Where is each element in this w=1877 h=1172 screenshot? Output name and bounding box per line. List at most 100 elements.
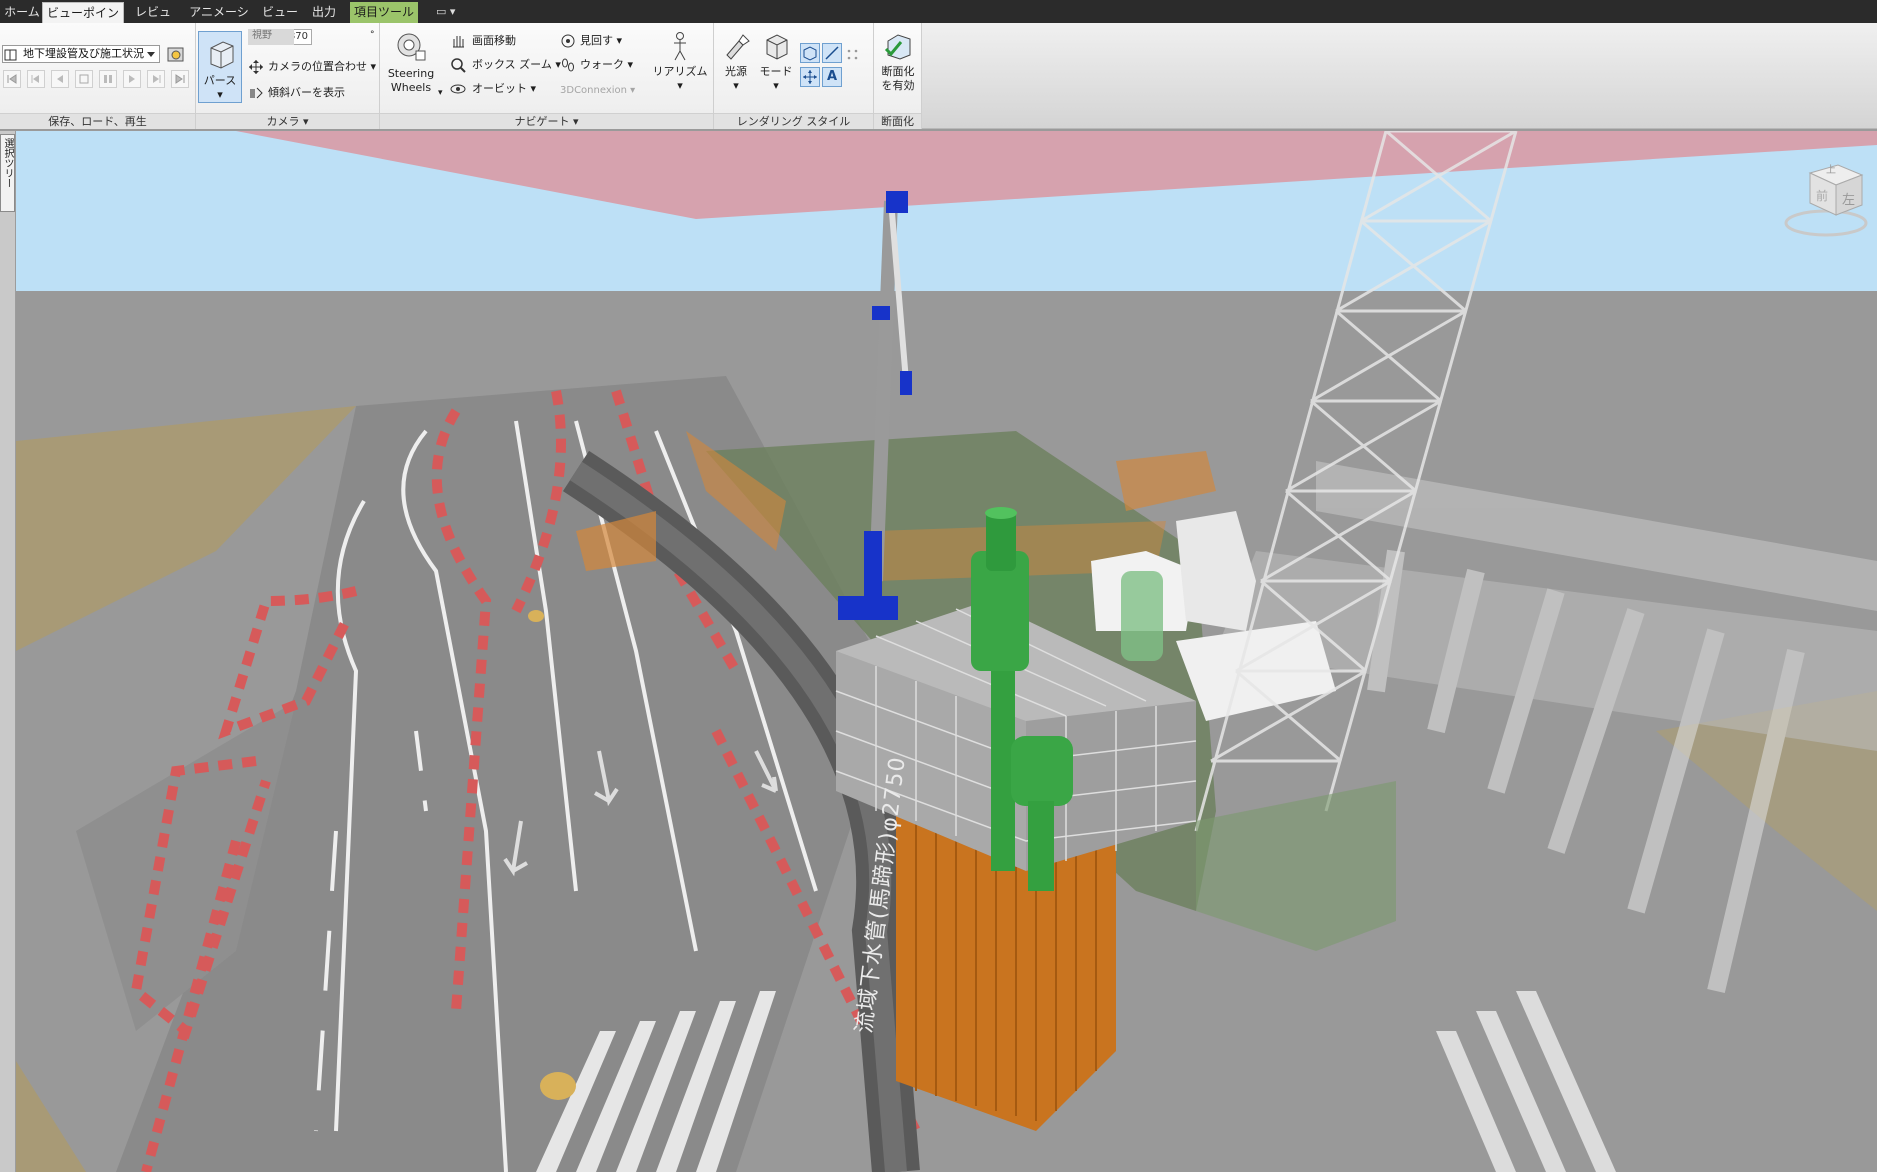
- viewcube-front-label[interactable]: 前: [1816, 187, 1828, 204]
- play-reverse-icon[interactable]: [51, 70, 69, 88]
- viewpoint-icon: [4, 49, 17, 61]
- saved-viewpoint-value: 地下埋設管及び施工状況: [23, 47, 144, 60]
- look-around-icon: [561, 34, 575, 48]
- green-cylinder: [1121, 571, 1163, 661]
- crane-base: [838, 596, 898, 620]
- look-around-button[interactable]: 見回す ▾: [580, 33, 622, 49]
- 3dconnexion-label: 3DConnexion: [560, 85, 627, 96]
- saved-viewpoint-dropdown[interactable]: 地下埋設管及び施工状況: [2, 45, 160, 63]
- quick-access-dropdown-icon[interactable]: ▭ ▾: [436, 5, 466, 19]
- crane-hook: [900, 371, 912, 395]
- play-icon[interactable]: [123, 70, 141, 88]
- chevron-down-icon: ▾: [217, 88, 223, 101]
- align-camera-button[interactable]: カメラの位置合わせ ▾: [268, 59, 376, 75]
- box-zoom-label: ボックス ズーム: [472, 58, 552, 71]
- panel-title-sectioning: 断面化: [874, 113, 921, 129]
- perspective-cube-icon: [210, 41, 234, 69]
- show-tilt-bar-button[interactable]: 傾斜バーを表示: [268, 85, 345, 101]
- realism-label: リアリズム: [652, 65, 708, 78]
- crane-tip: [886, 191, 908, 213]
- next-key-icon[interactable]: [147, 70, 165, 88]
- pan-hand-icon: [453, 36, 464, 48]
- snap-points-toggle-icon[interactable]: [800, 67, 820, 87]
- save-viewpoint-icon[interactable]: [166, 45, 186, 65]
- crane-joint-1: [872, 306, 890, 320]
- 3dconnexion-button[interactable]: 3DConnexion ▾: [560, 83, 635, 99]
- panel-title-camera: カメラ ▾: [196, 113, 379, 129]
- ribbon-tab-bar: ホーム ビューポイント レビュー アニメーション ビュー 出力 項目ツール ▭ …: [0, 0, 1877, 41]
- viewcube-top-label[interactable]: 上: [1826, 161, 1836, 176]
- green-tank-lower: [1011, 736, 1073, 806]
- left-dock-strip: [0, 131, 16, 1172]
- panel-title-navigate: ナビゲート ▾: [380, 113, 713, 129]
- enable-sectioning-button[interactable]: 断面化 を有効: [876, 31, 920, 103]
- steering-wheels-button[interactable]: Steering Wheels: [384, 31, 438, 103]
- last-frame-icon[interactable]: [171, 70, 189, 88]
- tab-output[interactable]: 出力: [306, 2, 342, 23]
- viewcube-left-label[interactable]: 左: [1842, 189, 1855, 208]
- zoom-icon: [451, 58, 466, 73]
- chevron-down-icon[interactable]: ▾: [438, 85, 443, 101]
- stop-icon[interactable]: [75, 70, 93, 88]
- tab-home[interactable]: ホーム: [4, 2, 40, 23]
- steering-label-1: Steering: [387, 67, 435, 80]
- section-plane-icon: [884, 34, 911, 60]
- fov-unit: °: [370, 30, 375, 40]
- walk-footprint-icon: [562, 58, 574, 72]
- crane-mast: [864, 531, 882, 601]
- person-figure-icon: [674, 32, 686, 61]
- selection-tree-tab[interactable]: 選択ツリー: [0, 134, 15, 212]
- panel-title-render: レンダリング スタイル: [714, 113, 873, 129]
- tab-view[interactable]: ビュー: [262, 2, 298, 23]
- panel-title-save: 保存、ロード、再生: [0, 113, 195, 129]
- panel-navigate: Steering Wheels ▾ 画面移動 ボックス ズーム ▾ オービット …: [380, 23, 714, 129]
- tab-viewpoint[interactable]: ビューポイント: [42, 2, 124, 41]
- walk-label: ウォーク: [580, 58, 624, 71]
- panel-sectioning: 断面化 を有効 断面化: [874, 23, 922, 129]
- flashlight-icon: [726, 34, 750, 60]
- perspective-label: パース: [203, 74, 237, 87]
- orbit-label: オービット: [472, 82, 527, 95]
- panel-render-style: 光源 ▾ モード ▾ A レンダリング スタイル: [714, 23, 874, 129]
- tab-animation[interactable]: アニメーション: [184, 2, 254, 40]
- text-toggle-icon[interactable]: A: [822, 67, 842, 87]
- align-camera-label: カメラの位置合わせ: [268, 60, 367, 73]
- yellow-marker-2: [528, 610, 544, 622]
- first-frame-icon[interactable]: [3, 70, 21, 88]
- panel-save-load-playback: 地下埋設管及び施工状況 保存、ロード、再生: [0, 23, 196, 129]
- selection-tree-tab-label: 選択ツリー: [2, 138, 13, 188]
- light-button[interactable]: 光源 ▾: [716, 31, 756, 103]
- align-camera-icon: [249, 60, 263, 74]
- ribbon: 地下埋設管及び施工状況 保存、ロード、再生 パース ▾ 視野 ° カメラの位置合…: [0, 23, 922, 129]
- enable-sectioning-label-1: 断面化: [881, 65, 915, 78]
- mode-button[interactable]: モード ▾: [756, 31, 796, 103]
- box-zoom-button[interactable]: ボックス ズーム ▾: [472, 57, 561, 73]
- green-tank-cap: [985, 507, 1017, 519]
- prev-key-icon[interactable]: [27, 70, 45, 88]
- panel-camera: パース ▾ 113.870 視野 ° カメラの位置合わせ ▾ 傾斜バーを表示 カ…: [196, 23, 380, 129]
- fov-slider-label[interactable]: 視野: [248, 29, 294, 45]
- enable-sectioning-label-2: を有効: [881, 79, 915, 92]
- tab-review[interactable]: レビュー: [130, 2, 176, 40]
- orbit-icon: [450, 84, 466, 94]
- pan-button[interactable]: 画面移動: [472, 33, 516, 49]
- chevron-down-icon: [147, 52, 155, 57]
- green-column-lower: [1028, 801, 1054, 891]
- perspective-button[interactable]: パース ▾: [198, 31, 242, 103]
- light-label: 光源: [725, 65, 747, 78]
- tab-item-tools[interactable]: 項目ツール: [350, 2, 418, 23]
- green-tank-top: [986, 511, 1016, 571]
- lines-toggle-icon[interactable]: [822, 43, 842, 63]
- realism-button[interactable]: リアリズム ▾: [652, 31, 708, 103]
- pause-icon[interactable]: [99, 70, 117, 88]
- chevron-down-icon: ▾: [733, 79, 739, 92]
- points-toggle-icon[interactable]: [844, 45, 862, 63]
- ribbon-empty-area: [922, 23, 1877, 129]
- viewcube[interactable]: 上 前 左: [1780, 153, 1870, 245]
- chevron-down-icon: ▾: [677, 79, 683, 92]
- walk-button[interactable]: ウォーク ▾: [580, 57, 633, 73]
- 3d-viewport[interactable]: 流域下水管(馬蹄形)φ2750 上 前 左: [16, 131, 1877, 1172]
- surfaces-toggle-icon[interactable]: [800, 43, 820, 63]
- orbit-button[interactable]: オービット ▾: [472, 81, 536, 97]
- look-around-label: 見回す: [580, 34, 613, 47]
